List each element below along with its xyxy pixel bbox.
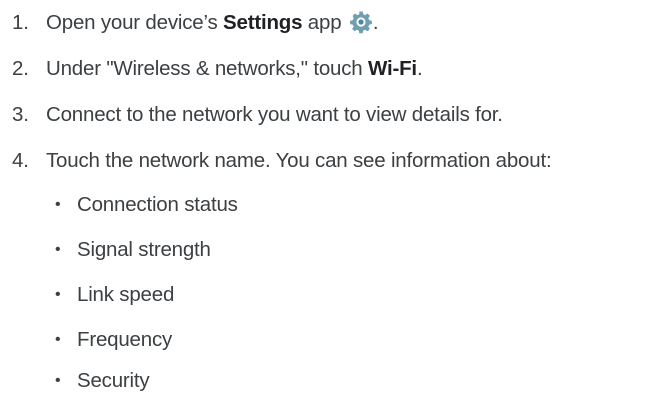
detail-item-signal-strength: • Signal strength (55, 237, 211, 263)
step-text: Connect to the network you want to view … (46, 103, 503, 126)
detail-item-link-speed: • Link speed (55, 282, 174, 308)
step-4: 4. Touch the network name. You can see in… (12, 148, 552, 174)
bullet-marker: • (55, 372, 61, 389)
instructions-document: 1. Open your device’s Settings app . 2. Un… (0, 0, 666, 394)
bullet-marker: • (55, 331, 61, 348)
detail-item-connection-status: • Connection status (55, 192, 238, 218)
step-number: 1. (12, 11, 29, 34)
detail-item-frequency: • Frequency (55, 327, 172, 353)
settings-label: Settings (223, 11, 303, 34)
detail-text: Connection status (77, 193, 238, 216)
step-number: 3. (12, 103, 29, 126)
detail-text: Security (77, 369, 150, 392)
step-text: Under "Wireless & networks," touch (46, 57, 369, 80)
detail-text: Signal strength (77, 238, 211, 261)
step-text: . (372, 11, 379, 34)
bullet-marker: • (55, 286, 61, 303)
detail-text: Frequency (77, 328, 173, 351)
step-text: . (416, 57, 423, 80)
step-text: Touch the network name. You can see info… (46, 149, 552, 172)
step-2: 2. Under "Wireless & networks," touch Wi-… (12, 56, 423, 82)
step-3: 3. Connect to the network you want to vie… (12, 102, 503, 128)
step-number: 2. (12, 57, 29, 80)
detail-item-security: • Security (55, 368, 150, 394)
detail-text: Link speed (77, 283, 175, 306)
wifi-label: Wi-Fi (368, 57, 417, 80)
bullet-marker: • (55, 241, 61, 258)
step-1: 1. Open your device’s Settings app . (12, 10, 379, 36)
settings-gear-icon (349, 10, 373, 34)
step-number: 4. (12, 149, 29, 172)
bullet-marker: • (55, 196, 61, 213)
step-text: Open your device’s (46, 11, 224, 34)
step-text: app (302, 11, 342, 34)
